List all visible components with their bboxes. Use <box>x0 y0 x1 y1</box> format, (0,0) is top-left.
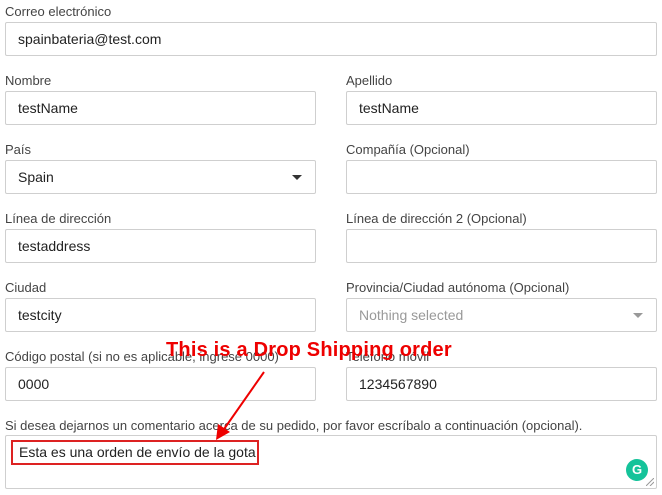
first-name-input[interactable]: testName <box>5 91 316 125</box>
email-input[interactable]: spainbateria@test.com <box>5 22 657 56</box>
comment-label: Si desea dejarnos un comentario acerca d… <box>5 418 583 433</box>
first-name-label: Nombre <box>5 73 52 88</box>
province-placeholder: Nothing selected <box>359 307 464 323</box>
resize-handle-icon[interactable] <box>646 478 654 486</box>
address1-input[interactable]: testaddress <box>5 229 316 263</box>
chevron-down-icon <box>292 175 302 180</box>
address2-input[interactable] <box>346 229 657 263</box>
country-selected-value: Spain <box>18 169 54 185</box>
chevron-down-icon <box>633 313 643 318</box>
country-label: País <box>5 142 32 157</box>
annotation-text: This is a Drop Shipping order <box>166 339 452 361</box>
province-label: Provincia/Ciudad autónoma (Opcional) <box>346 280 570 295</box>
city-input[interactable]: testcity <box>5 298 316 332</box>
country-select[interactable]: Spain <box>5 160 316 194</box>
phone-input[interactable]: 1234567890 <box>346 367 657 401</box>
postal-code-input[interactable]: 0000 <box>5 367 316 401</box>
email-label: Correo electrónico <box>5 4 112 19</box>
last-name-input[interactable]: testName <box>346 91 657 125</box>
city-label: Ciudad <box>5 280 47 295</box>
company-label: Compañía (Opcional) <box>346 142 470 157</box>
last-name-label: Apellido <box>346 73 393 88</box>
grammarly-icon[interactable]: G <box>626 459 648 481</box>
company-input[interactable] <box>346 160 657 194</box>
address2-label: Línea de dirección 2 (Opcional) <box>346 211 527 226</box>
address1-label: Línea de dirección <box>5 211 112 226</box>
comment-text-highlight: Esta es una orden de envío de la gota <box>11 440 259 465</box>
province-select[interactable]: Nothing selected <box>346 298 657 332</box>
